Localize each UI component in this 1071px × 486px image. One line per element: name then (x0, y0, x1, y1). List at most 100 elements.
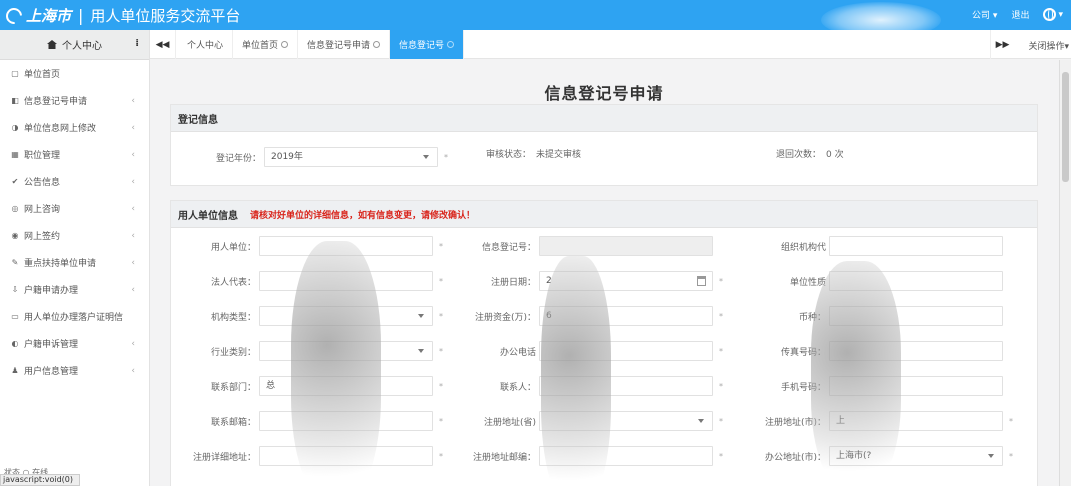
caret-down-icon (418, 349, 424, 353)
close-icon[interactable] (373, 41, 381, 48)
company-suffix: 公司 (972, 11, 991, 21)
email-input[interactable] (259, 411, 433, 431)
sidebar-item-support[interactable]: ✎ 重点扶持单位申请 ‹ (0, 249, 149, 276)
caret-down-icon (423, 155, 429, 159)
required-mark: * (719, 311, 723, 321)
tab-unit-home[interactable]: 单位首页 (233, 30, 299, 59)
tab-scroll-left-button[interactable]: ◀◀ (150, 30, 176, 59)
sidebar-toggle[interactable]: ⁞ (135, 38, 139, 49)
employer-field: 用人单位： * (171, 236, 443, 256)
fax-input[interactable] (829, 341, 1003, 361)
year-select[interactable]: 2019年 (264, 147, 438, 167)
logo: 上海市 | 用人单位服务交流平台 (2, 4, 241, 27)
registration-info-panel: 登记信息 登记年份： 2019年 * 审核状态： 未提交审核 退回次数： 0 次 (170, 104, 1038, 186)
tab-scroll-right-button[interactable]: ▶▶ (990, 30, 1014, 59)
reg-province-select[interactable] (539, 411, 713, 431)
reg-date-input[interactable]: 2 (539, 271, 713, 291)
close-icon[interactable] (447, 41, 455, 48)
required-mark: * (719, 451, 723, 461)
reg-capital-field: 注册资金(万)： 6 * (441, 306, 723, 326)
sidebar-item-consult[interactable]: ◎ 网上咨询 ‹ (0, 195, 149, 222)
reg-postcode-input[interactable] (539, 446, 713, 466)
logo-mark-icon (2, 4, 26, 27)
audit-field: 审核状态： 未提交审核 (441, 147, 581, 160)
sidebar-item-settle-letter[interactable]: ▭ 用人单位办理落户证明信 (0, 303, 149, 330)
language-menu[interactable]: ▾ (1043, 8, 1063, 21)
sidebar-item-jobs[interactable]: ▦ 职位管理 ‹ (0, 141, 149, 168)
year-label: 登记年份： (215, 153, 261, 164)
sidebar-item-unit-edit[interactable]: ◑ 单位信息网上修改 ‹ (0, 114, 149, 141)
company-menu[interactable]: 公司 ▾ (972, 8, 997, 21)
office-city-field: 办公地址(市)： 上海市(? * (736, 446, 1013, 466)
reg-city-select[interactable]: 上 (829, 411, 1003, 431)
chevron-left-icon: ‹ (131, 230, 135, 241)
year-value: 2019年 (271, 152, 303, 162)
calendar-icon[interactable] (697, 276, 706, 286)
close-operations-menu[interactable]: 关闭操作▾ (1028, 39, 1069, 52)
reg-detail-label: 注册详细地址： (192, 452, 256, 463)
caret-down-icon (698, 419, 704, 423)
unit-nature-field: 单位性质 (736, 271, 1003, 291)
sidebar-item-hukou[interactable]: ⇩ 户籍申请办理 ‹ (0, 276, 149, 303)
reg-no-label: 信息登记号： (481, 242, 536, 253)
platform-title: 用人单位服务交流平台 (90, 7, 241, 25)
org-code-field: 组织机构代 (736, 236, 1003, 256)
contact-person-input[interactable] (539, 376, 713, 396)
unit-nature-label: 单位性质 (789, 277, 826, 288)
tab-personal-center[interactable]: 个人中心 (178, 30, 234, 59)
chevron-left-icon: ‹ (131, 338, 135, 349)
sidebar-item-reg-apply[interactable]: ◧ 信息登记号申请 ‹ (0, 87, 149, 114)
top-bar: 上海市 | 用人单位服务交流平台 公司 ▾ 退出 ▾ (0, 0, 1071, 38)
org-code-input[interactable] (829, 236, 1003, 256)
industry-label: 行业类别： (210, 347, 256, 358)
globe-icon (1043, 8, 1057, 21)
close-icon[interactable] (281, 41, 289, 48)
employer-info-panel: 用人单位信息 请核对好单位的详细信息，如有信息变更，请修改确认！ 用人单位： *… (170, 200, 1038, 486)
tab-reg-number[interactable]: 信息登记号 (390, 30, 465, 59)
reg-capital-value: 6 (546, 311, 552, 321)
tab-reg-apply[interactable]: 信息登记号申请 (298, 30, 391, 59)
sidebar-item-label: 单位首页 (24, 70, 61, 80)
legal-rep-field: 法人代表： * (171, 271, 443, 291)
sidebar-item-sign[interactable]: ◉ 网上签约 ‹ (0, 222, 149, 249)
unit-nature-select[interactable] (829, 271, 1003, 291)
currency-select[interactable] (829, 306, 1003, 326)
page-title: 信息登记号申请 (544, 84, 664, 103)
contact-dept-field: 联系部门： 总 * (171, 376, 443, 396)
logo-separator: | (78, 6, 84, 25)
required-mark: * (719, 381, 723, 391)
sidebar-item-appeal[interactable]: ◐ 户籍申诉管理 ‹ (0, 330, 149, 357)
contact-person-field: 联系人： * (441, 376, 723, 396)
sidebar: 个人中心 ⁞ ▢ 单位首页 ◧ 信息登记号申请 ‹ ◑ 单位信息网上修改 ‹ ▦ 职位管理 ‹… (0, 30, 150, 486)
required-mark: * (1009, 451, 1013, 461)
org-type-select[interactable] (259, 306, 433, 326)
return-field: 退回次数： 0 次 (731, 147, 844, 160)
pencil-icon: ✎ (11, 258, 19, 267)
sidebar-item-label: 职位管理 (24, 151, 61, 161)
office-city-select[interactable]: 上海市(? (829, 446, 1003, 466)
sidebar-item-user-info[interactable]: ♟ 用户信息管理 ‹ (0, 357, 149, 384)
mobile-input[interactable] (829, 376, 1003, 396)
required-mark: * (719, 276, 723, 286)
reg-no-input (539, 236, 713, 256)
content-scrollbar[interactable] (1059, 60, 1071, 486)
reg-capital-input[interactable]: 6 (539, 306, 713, 326)
industry-select[interactable] (259, 341, 433, 361)
reg-detail-input[interactable] (259, 446, 433, 466)
sidebar-item-home[interactable]: ▢ 单位首页 (0, 60, 149, 87)
sidebar-item-label: 户籍申请办理 (24, 286, 79, 296)
sidebar-item-label: 网上咨询 (24, 205, 61, 215)
reg-no-field: 信息登记号： (441, 236, 713, 256)
scroll-thumb[interactable] (1062, 72, 1069, 182)
chevron-left-icon: ‹ (131, 365, 135, 376)
required-mark: * (719, 416, 723, 426)
sidebar-item-notices[interactable]: ✔ 公告信息 ‹ (0, 168, 149, 195)
contact-dept-input[interactable]: 总 (259, 376, 433, 396)
download-icon: ⇩ (11, 285, 19, 294)
logout-link[interactable]: 退出 (1011, 8, 1029, 21)
home-page-icon: ▢ (11, 69, 19, 78)
employer-input[interactable] (259, 236, 433, 256)
mobile-field: 手机号码： (736, 376, 1003, 396)
office-phone-input[interactable] (539, 341, 713, 361)
legal-rep-input[interactable] (259, 271, 433, 291)
